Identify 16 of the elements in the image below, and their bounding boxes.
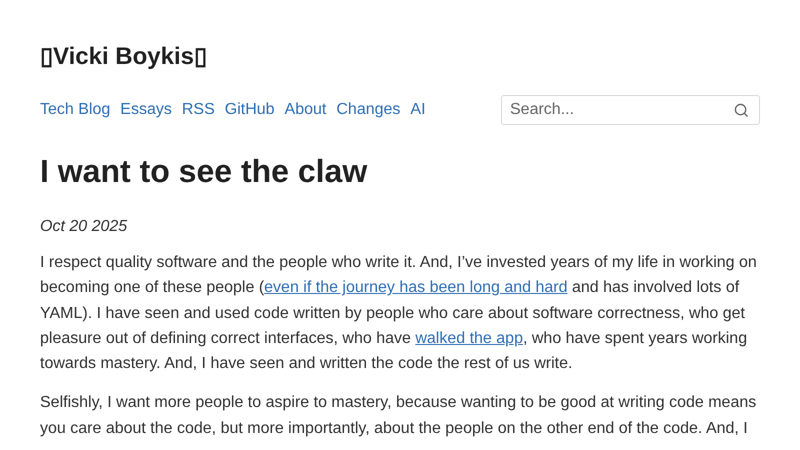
site-title[interactable]: ▯Vicki Boykis▯: [40, 40, 207, 74]
nav-link[interactable]: Tech Blog: [40, 101, 110, 119]
search-field[interactable]: Search...: [501, 95, 760, 125]
nav-link[interactable]: Essays: [120, 101, 172, 119]
inline-link[interactable]: even if the journey has been long and hard: [264, 279, 568, 296]
inline-link[interactable]: walked the app: [415, 330, 523, 347]
paragraph: Selfishly, I want more people to aspire to mastery, because wanting to be good at writing code means you care about the code, but more importantly, about the people on the other end of the code. And, I: [40, 393, 758, 439]
paragraph: I respect quality software and the people who write it. And, I’ve invested years of my life in working on becoming one of these people (even if the journey has been long and hard and has involved lots of YAML). I have seen and used code written by people who care about software correctness, who get pleasure out of defining correct interfaces, who have walked the app, who have spent years working towards mastery. And, I have seen and written the code the rest of us write.: [40, 253, 758, 374]
nav-link[interactable]: AI: [410, 101, 426, 119]
nav-link[interactable]: GitHub: [224, 101, 275, 119]
search-icon[interactable]: [734, 103, 749, 118]
nav-link[interactable]: RSS: [182, 101, 215, 119]
post-title: I want to see the claw: [40, 152, 368, 191]
post-date: Oct 20 2025: [40, 218, 128, 236]
nav-link[interactable]: About: [284, 101, 326, 119]
nav-link[interactable]: Changes: [336, 101, 400, 119]
